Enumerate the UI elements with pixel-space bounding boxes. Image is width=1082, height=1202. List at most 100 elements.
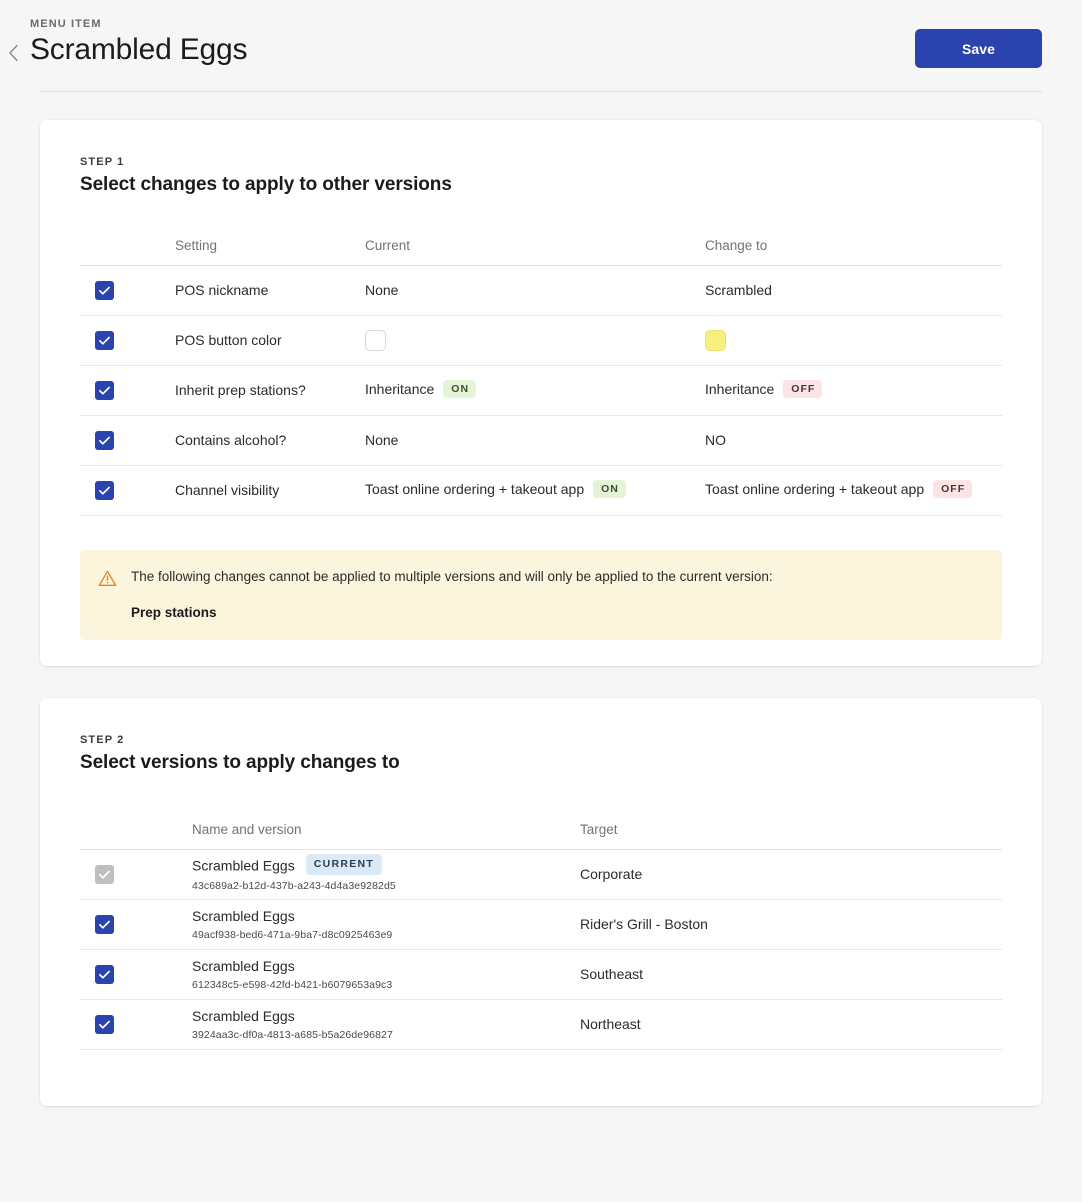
versions-table-body: Scrambled Eggs CURRENT 43c689a2-b12d-437b-… <box>80 849 1002 1050</box>
version-select-checkbox[interactable] <box>95 914 114 934</box>
warning-body: The following changes cannot be applied … <box>131 568 773 620</box>
table-row: POS button color <box>80 315 1002 366</box>
versions-table-head: Name and version Target <box>80 821 1002 850</box>
value-text: Scrambled <box>705 282 772 299</box>
version-name: Scrambled Eggs <box>192 1008 580 1026</box>
table-row: Scrambled Eggs 612348c5-e598-42fd-b421-b6… <box>80 949 1002 1000</box>
changes-table-head: Setting Current Change to <box>80 237 1002 266</box>
table-row: Channel visibility Toast online ordering … <box>80 465 1002 516</box>
value-text: Inheritance <box>705 380 775 397</box>
column-header-change-to: Change to <box>705 237 1002 266</box>
table-row: Scrambled Eggs 3924aa3c-df0a-4813-a685-b5… <box>80 999 1002 1050</box>
header-inner: MENU ITEM Scrambled Eggs Save <box>9 18 1042 68</box>
value-text: Inheritance <box>365 380 435 397</box>
change-to-value-cell: Toast online ordering + takeout app OFF <box>705 465 1002 516</box>
version-name-cell: Scrambled Eggs CURRENT 43c689a2-b12d-437b-… <box>192 849 580 900</box>
save-button[interactable]: Save <box>915 29 1042 68</box>
status-badge: ON <box>593 480 626 499</box>
version-select-checkbox <box>95 864 114 884</box>
row-checkbox-cell <box>80 999 192 1050</box>
table-row: Scrambled Eggs CURRENT 43c689a2-b12d-437b-… <box>80 849 1002 900</box>
version-name-cell: Scrambled Eggs 49acf938-bed6-471a-9ba7-d8… <box>192 899 580 950</box>
row-checkbox-cell <box>80 899 192 950</box>
versions-table: Name and version Target Scrambled Eggs CU… <box>80 821 1002 1050</box>
color-swatch <box>705 329 726 351</box>
warning-item: Prep stations <box>131 604 217 620</box>
version-name-text: Scrambled Eggs <box>192 857 295 874</box>
change-select-checkbox[interactable] <box>95 430 114 450</box>
step-2-eyebrow: STEP 2 <box>80 733 125 746</box>
current-value-cell: None <box>365 265 705 316</box>
change-select-checkbox[interactable] <box>95 480 114 500</box>
row-checkbox-cell <box>80 465 175 516</box>
change-select-checkbox[interactable] <box>95 330 114 350</box>
step-2-table-wrapper: Name and version Target Scrambled Eggs CU… <box>80 821 1002 1050</box>
warning-triangle-icon <box>98 569 118 593</box>
version-uuid: 43c689a2-b12d-437b-a243-4d4a3e9282d5 <box>192 880 396 893</box>
step-1-table-wrapper: Setting Current Change to POS nickname No… <box>80 237 1002 516</box>
value-text: Toast online ordering + takeout app <box>705 480 925 497</box>
changes-table: Setting Current Change to POS nickname No… <box>80 237 1002 516</box>
column-header-checkbox <box>80 821 192 850</box>
value-text: Toast online ordering + takeout app <box>365 480 585 497</box>
back-chevron-icon[interactable] <box>8 44 30 66</box>
current-value-cell: Toast online ordering + takeout app ON <box>365 465 705 516</box>
step-2-card: STEP 2 Select versions to apply changes … <box>40 697 1042 1106</box>
current-value-cell <box>365 315 705 366</box>
changes-table-body: POS nickname None Scrambled POS button colo… <box>80 265 1002 516</box>
step-1-title: Select changes to apply to other version… <box>80 173 452 195</box>
change-to-value-cell: Scrambled <box>705 265 1002 316</box>
version-name-text: Scrambled Eggs <box>192 958 295 975</box>
target-cell: Rider's Grill - Boston <box>580 899 1002 950</box>
table-row: POS nickname None Scrambled <box>80 265 1002 316</box>
change-select-checkbox[interactable] <box>95 380 114 400</box>
version-name-text: Scrambled Eggs <box>192 908 295 925</box>
row-checkbox-cell <box>80 849 192 900</box>
target-cell: Northeast <box>580 999 1002 1050</box>
value-text: NO <box>705 432 726 449</box>
breadcrumb-eyebrow: MENU ITEM <box>30 18 102 30</box>
value-text: None <box>365 432 399 449</box>
current-badge: CURRENT <box>305 854 383 876</box>
target-cell: Southeast <box>580 949 1002 1000</box>
table-row: Inherit prep stations? Inheritance ON Inher… <box>80 365 1002 416</box>
title-block: MENU ITEM Scrambled Eggs <box>30 18 1042 67</box>
status-badge: OFF <box>933 480 973 499</box>
version-name-text: Scrambled Eggs <box>192 1008 295 1025</box>
version-name: Scrambled Eggs <box>192 908 580 926</box>
step-1-card: STEP 1 Select changes to apply to other … <box>40 119 1042 666</box>
version-select-checkbox[interactable] <box>95 1014 114 1034</box>
change-to-value-cell: NO <box>705 415 1002 466</box>
version-uuid: 3924aa3c-df0a-4813-a685-b5a26de96827 <box>192 1028 393 1041</box>
row-checkbox-cell <box>80 949 192 1000</box>
table-header-row: Setting Current Change to <box>80 237 1002 266</box>
row-checkbox-cell <box>80 365 175 416</box>
target-cell: Corporate <box>580 849 1002 900</box>
change-to-value-cell <box>705 315 1002 366</box>
column-header-setting: Setting <box>175 237 365 266</box>
version-name-cell: Scrambled Eggs 612348c5-e598-42fd-b421-b6… <box>192 949 580 1000</box>
setting-name-cell: Channel visibility <box>175 465 365 516</box>
value-text: None <box>365 282 399 299</box>
version-name: Scrambled Eggs <box>192 958 580 976</box>
column-header-current: Current <box>365 237 705 266</box>
row-checkbox-cell <box>80 265 175 316</box>
column-header-target: Target <box>580 821 1002 850</box>
version-select-checkbox[interactable] <box>95 964 114 984</box>
status-badge: OFF <box>783 380 823 399</box>
current-value-cell: Inheritance ON <box>365 365 705 416</box>
row-checkbox-cell <box>80 315 175 366</box>
row-checkbox-cell <box>80 415 175 466</box>
table-row: Contains alcohol? None NO <box>80 415 1002 466</box>
status-badge: ON <box>443 380 477 399</box>
page-title: Scrambled Eggs <box>30 33 248 66</box>
version-name-cell: Scrambled Eggs 3924aa3c-df0a-4813-a685-b5… <box>192 999 580 1050</box>
setting-name-cell: POS nickname <box>175 265 365 316</box>
table-header-row: Name and version Target <box>80 821 1002 850</box>
current-value-cell: None <box>365 415 705 466</box>
step-1-eyebrow: STEP 1 <box>80 155 125 168</box>
page-header: MENU ITEM Scrambled Eggs Save <box>0 0 1082 68</box>
warning-banner: The following changes cannot be applied … <box>80 549 1002 640</box>
change-select-checkbox[interactable] <box>95 280 114 300</box>
setting-name-cell: Contains alcohol? <box>175 415 365 466</box>
